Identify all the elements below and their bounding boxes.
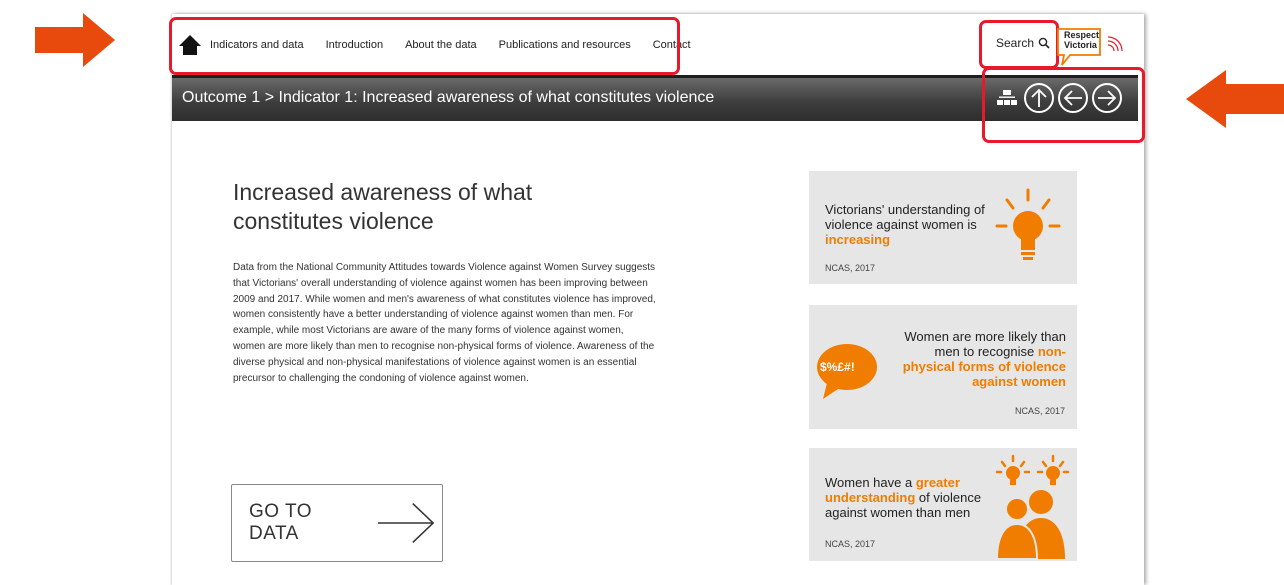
long-arrow-right-icon	[377, 503, 435, 543]
card-2-text: Women are more likely than men to recogn…	[902, 329, 1066, 389]
breadcrumb-title: Outcome 1 > Indicator 1: Increased aware…	[182, 89, 715, 106]
card-2-source: NCAS, 2017	[1014, 406, 1065, 416]
annotation-arrow-left	[35, 13, 115, 67]
card-3-source: NCAS, 2017	[825, 539, 876, 549]
card-1-source: NCAS, 2017	[825, 263, 876, 273]
lightbulb-icon	[995, 188, 1061, 260]
info-card-non-physical: $%£#! Women are more likely than men to …	[809, 305, 1077, 429]
go-to-data-label: GO TO DATA	[249, 501, 313, 544]
annotation-box-nav	[169, 17, 680, 75]
info-card-greater-understanding: Women have a greater understanding of vi…	[809, 448, 1077, 561]
go-to-data-button[interactable]: GO TO DATA	[231, 484, 443, 562]
people-lightbulbs-icon	[995, 454, 1070, 559]
main-body-text: Data from the National Community Attitud…	[233, 262, 656, 384]
logo-text-respect: Respect	[1064, 30, 1100, 40]
annotation-box-tools	[982, 67, 1145, 143]
logo-text-victoria: Victoria	[1064, 40, 1097, 50]
card-1-highlight: increasing	[825, 232, 891, 247]
annotation-arrow-right	[1186, 70, 1284, 128]
annotation-box-search	[979, 20, 1059, 69]
card-1-text: Victorians' understanding of violence ag…	[825, 202, 985, 247]
speech-bubble-text: $%£#!	[820, 360, 855, 374]
card-3-text: Women have a greater understanding of vi…	[825, 475, 982, 520]
info-card-increasing: Victorians' understanding of violence ag…	[809, 171, 1077, 284]
main-heading: Increased awareness of what constitutes …	[233, 179, 533, 234]
